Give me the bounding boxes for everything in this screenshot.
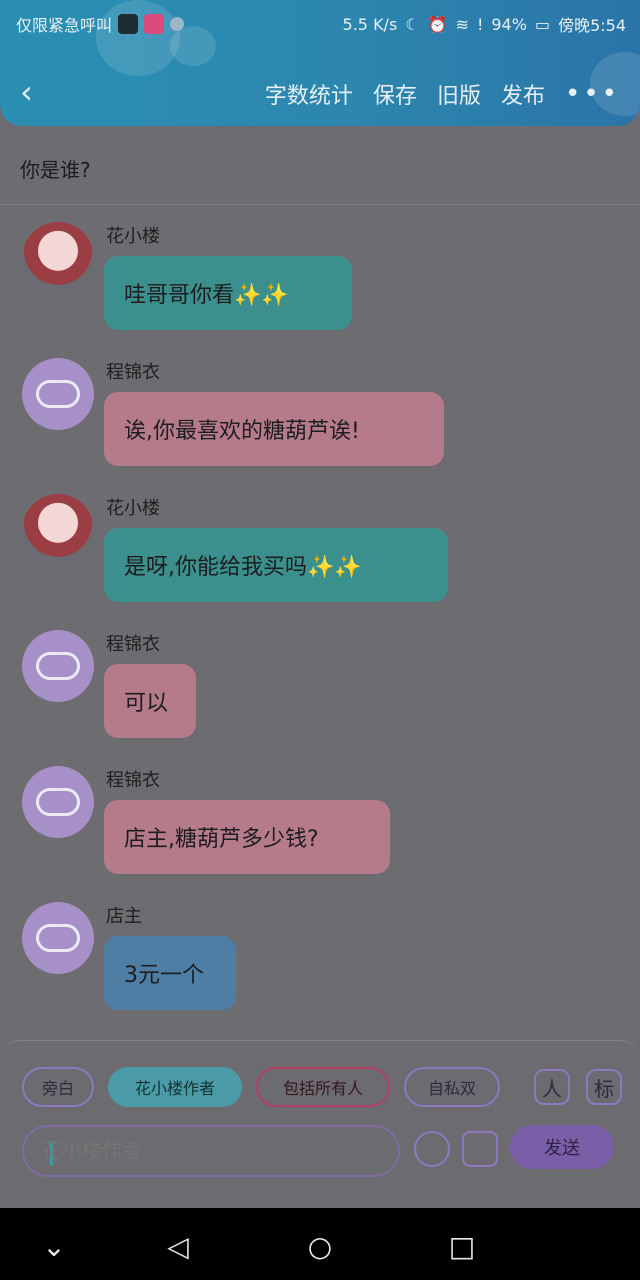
avatar (22, 630, 94, 702)
message-bubble[interactable]: 店主,糖葫芦多少钱? (104, 800, 390, 874)
speaker-name: 程锦衣 (106, 362, 160, 383)
chip-hua-xiaolou-author[interactable]: 花小楼作者 (108, 1067, 242, 1107)
emoji-icon[interactable] (414, 1131, 450, 1167)
app-icon-3 (170, 17, 185, 31)
battery-text: 94% (491, 14, 527, 34)
alarm-icon: ⏰ (427, 14, 448, 34)
top-header: 仅限紧急呼叫 5.5 K/s ☾ ⏰ ≋ ! 94% ▭ 傍晚5:54 ‹ 字数… (0, 0, 640, 126)
message-bubble[interactable]: 诶,你最喜欢的糖葫芦诶! (104, 392, 444, 466)
time-text: 傍晚5:54 (558, 16, 626, 35)
speaker-name: 花小楼 (106, 226, 160, 247)
more-icon[interactable]: ••• (565, 79, 620, 109)
avatar (22, 358, 94, 430)
chevron-down-icon[interactable]: ⌄ (34, 1226, 74, 1266)
chip-include-all[interactable]: 包括所有人 (256, 1067, 390, 1107)
message-input-field[interactable] (42, 1127, 382, 1175)
status-bar: 仅限紧急呼叫 5.5 K/s ☾ ⏰ ≋ ! 94% ▭ 傍晚5:54 (0, 8, 640, 38)
composer-panel: 旁白 花小楼作者 包括所有人 自私双 人 标 发送 (0, 1040, 640, 1208)
save-button[interactable]: 保存 (373, 78, 417, 110)
toolbar-actions: 字数统计 保存 旧版 发布 ••• (265, 78, 620, 110)
chat-bubble-icon (36, 924, 80, 952)
message-bubble[interactable]: 3元一个 (104, 936, 236, 1010)
back-button[interactable]: ‹ (20, 74, 50, 110)
app-icon-1 (118, 14, 139, 34)
recents-square-icon[interactable]: □ (442, 1226, 482, 1266)
avatar (22, 494, 94, 566)
speaker-name: 花小楼 (106, 498, 160, 519)
chip-narration[interactable]: 旁白 (22, 1067, 94, 1107)
message-bubble[interactable]: 是呀,你能给我买吗✨✨ (104, 528, 448, 602)
avatar (22, 766, 94, 838)
chip-private[interactable]: 自私双 (404, 1067, 500, 1107)
message-bubble[interactable]: 可以 (104, 664, 196, 738)
message-bubble[interactable]: 哇哥哥你看✨✨ (104, 256, 352, 330)
image-icon[interactable] (462, 1131, 498, 1167)
battery-icon: ▭ (534, 14, 551, 34)
user-icon: 人 (542, 1076, 562, 1101)
speaker-name: 程锦衣 (106, 634, 160, 655)
avatar (22, 222, 94, 294)
send-button[interactable]: 发送 (510, 1125, 614, 1169)
tag-button[interactable]: 标 (586, 1069, 622, 1105)
app-icon-2 (144, 14, 165, 34)
user-button[interactable]: 人 (534, 1069, 570, 1105)
chat-bubble-icon (36, 380, 80, 408)
alert-icon: ! (476, 14, 484, 34)
speaker-name: 程锦衣 (106, 770, 160, 791)
back-triangle-icon[interactable]: ◁ (158, 1226, 198, 1266)
wifi-icon: ≋ (455, 14, 469, 34)
chevron-left-icon: ‹ (20, 73, 33, 111)
app-toolbar: ‹ 字数统计 保存 旧版 发布 ••• (0, 68, 640, 120)
avatar (22, 902, 94, 974)
network-speed: 5.5 K/s (342, 14, 398, 34)
chat-bubble-icon (36, 788, 80, 816)
status-left: 仅限紧急呼叫 (16, 12, 185, 36)
role-chips: 旁白 花小楼作者 包括所有人 自私双 (22, 1067, 500, 1107)
chat-bubble-icon (36, 652, 80, 680)
message-input[interactable] (22, 1125, 400, 1177)
page-title: 你是谁? (20, 158, 91, 182)
divider (0, 204, 640, 205)
tag-icon: 标 (594, 1076, 614, 1101)
home-circle-icon[interactable]: ○ (300, 1226, 340, 1266)
word-count-button[interactable]: 字数统计 (265, 78, 353, 110)
old-version-button[interactable]: 旧版 (437, 78, 481, 110)
status-right: 5.5 K/s ☾ ⏰ ≋ ! 94% ▭ 傍晚5:54 (343, 12, 626, 36)
moon-icon: ☾ (405, 14, 420, 34)
publish-button[interactable]: 发布 (501, 78, 545, 110)
speaker-name: 店主 (106, 906, 142, 927)
android-nav-bar: ⌄ ◁ ○ □ (0, 1208, 640, 1280)
status-left-text: 仅限紧急呼叫 (16, 16, 113, 35)
